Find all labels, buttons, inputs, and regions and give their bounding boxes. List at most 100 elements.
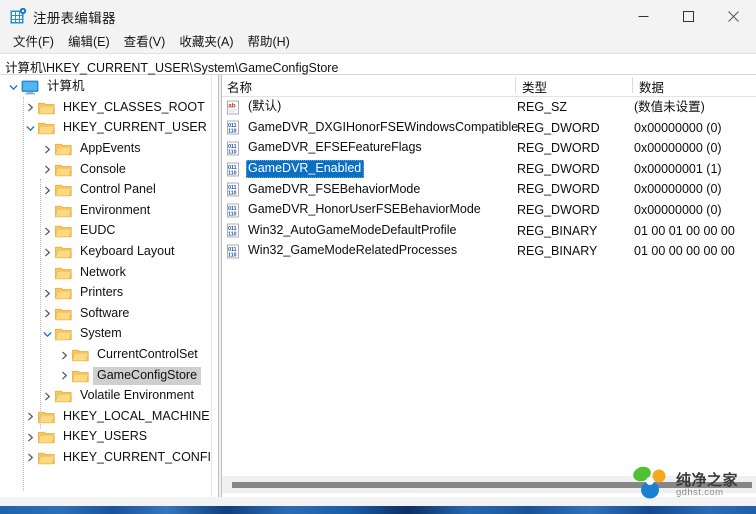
tree-item-console[interactable]: Console [0,159,211,180]
tree-item-hkey-users[interactable]: HKEY_USERS [0,427,211,448]
menu-favorites[interactable]: 收藏夹(A) [172,33,240,52]
svg-text:110: 110 [228,149,236,155]
folder-icon [55,286,72,300]
binary-value-icon: 011 110 [226,223,241,238]
menu-view[interactable]: 查看(V) [117,33,173,52]
registry-values-pane: 名称 类型 数据 ab (默认) REG_SZ (数值未设置) 011 110 GameDV… [222,75,756,497]
table-row[interactable]: 011 110 GameDVR_Enabled REG_DWORD 0x00000001… [222,159,756,180]
value-name-cell: 011 110 Win32_GameModeRelatedProcesses [226,241,460,262]
folder-icon [38,451,55,465]
value-name-label: GameDVR_EFSEFeatureFlags [248,140,422,155]
table-row[interactable]: 011 110 Win32_AutoGameModeDefaultProfile RE… [222,221,756,242]
table-row[interactable]: 011 110 GameDVR_FSEBehaviorMode REG_DWORD 0x… [222,179,756,200]
watermark: 纯净之家 gdhst.com [630,466,750,508]
table-row[interactable]: 011 110 GameDVR_DXGIHonorFSEWindowsCompati… [222,118,756,139]
tree-item-control-panel[interactable]: Control Panel [0,180,211,201]
tree-item-software[interactable]: Software [0,304,211,325]
maximize-button[interactable] [666,0,711,32]
chevron-down-icon[interactable] [40,326,55,342]
tree-item-keyboard-layout[interactable]: Keyboard Layout [0,242,211,263]
table-row[interactable]: 011 110 GameDVR_EFSEFeatureFlags REG_DWORD 0… [222,138,756,159]
folder-icon [38,430,55,444]
value-name-cell: ab (默认) [226,97,284,118]
binary-value-icon: 011 110 [226,182,241,197]
menu-help[interactable]: 帮助(H) [240,33,296,52]
tree-item-label: CurrentControlSet [97,347,198,362]
tree-item-gameconfigstore[interactable]: GameConfigStore [0,365,211,386]
tree-item-network[interactable]: Network [0,262,211,283]
svg-text:110: 110 [228,232,236,238]
folder-icon [55,142,72,156]
tree-item-label: GameConfigStore [93,366,202,385]
value-name-label: GameDVR_HonorUserFSEBehaviorMode [248,202,481,217]
tree-item-[interactable]: 计算机 [0,77,211,98]
tree-item-currentcontrolset[interactable]: CurrentControlSet [0,345,211,366]
tree-item-system[interactable]: System [0,324,211,345]
value-type-cell: REG_DWORD [517,120,600,135]
value-type-cell: REG_DWORD [517,161,600,176]
column-header-name[interactable]: 名称 [227,77,252,96]
tree-item-label: System [80,326,122,341]
folder-icon [72,348,89,362]
table-row[interactable]: 011 110 GameDVR_HonorUserFSEBehaviorMode RE… [222,200,756,221]
binary-value-icon: 011 110 [226,162,241,177]
value-name-label: (默认) [248,99,282,114]
chevron-right-icon[interactable] [40,141,55,157]
registry-tree-pane: 计算机 HKEY_CLASSES_ROOT HKEY_CURRENT_USER App… [0,75,212,497]
tree-item-volatile-environment[interactable]: Volatile Environment [0,386,211,407]
menu-bar: 文件(F) 编辑(E) 查看(V) 收藏夹(A) 帮助(H) [0,32,756,53]
column-header-type[interactable]: 类型 [522,77,547,96]
binary-value-icon: 011 110 [226,244,241,259]
chevron-right-icon[interactable] [57,347,72,363]
registry-value-list: ab (默认) REG_SZ (数值未设置) 011 110 GameDVR_DXGIHon… [222,97,756,262]
value-data-cell: 0x00000000 (0) [634,141,722,156]
tree-item-hkey-current-config[interactable]: HKEY_CURRENT_CONFIG [0,448,211,469]
column-separator-1[interactable] [515,77,516,93]
tree-guide-line-0 [23,97,25,491]
value-type-cell: REG_DWORD [517,141,600,156]
column-header-data[interactable]: 数据 [639,77,664,96]
tree-item-label: Network [80,264,126,279]
chevron-right-icon[interactable] [40,306,55,322]
menu-edit[interactable]: 编辑(E) [61,33,117,52]
tree-item-appevents[interactable]: AppEvents [0,139,211,160]
chevron-down-icon[interactable] [6,79,21,95]
chevron-right-icon[interactable] [40,285,55,301]
tree-item-hkey-local-machine[interactable]: HKEY_LOCAL_MACHINE [0,407,211,428]
chevron-right-icon[interactable] [40,162,55,178]
tree-item-environment[interactable]: Environment [0,201,211,222]
close-button[interactable] [711,0,756,32]
title-bar: 注册表编辑器 [0,0,756,33]
column-separator-2[interactable] [632,77,633,93]
folder-icon [55,224,72,238]
chevron-right-icon[interactable] [57,368,72,384]
address-bar[interactable]: 计算机\HKEY_CURRENT_USER\System\GameConfigS… [0,53,756,75]
chevron-right-icon[interactable] [40,244,55,260]
chevron-right-icon[interactable] [40,223,55,239]
minimize-button[interactable] [621,0,666,32]
value-type-cell: REG_DWORD [517,202,600,217]
chevron-right-icon[interactable] [40,182,55,198]
menu-file[interactable]: 文件(F) [6,33,61,52]
tree-leaf-spacer [40,203,55,219]
list-header: 名称 类型 数据 [222,75,756,97]
folder-icon [55,183,72,197]
table-row[interactable]: ab (默认) REG_SZ (数值未设置) [222,97,756,118]
chevron-right-icon[interactable] [23,409,38,425]
chevron-right-icon[interactable] [40,388,55,404]
tree-item-hkey-classes-root[interactable]: HKEY_CLASSES_ROOT [0,98,211,119]
chevron-right-icon[interactable] [23,429,38,445]
value-name-cell: 011 110 Win32_AutoGameModeDefaultProfile [226,221,459,242]
tree-item-eudc[interactable]: EUDC [0,221,211,242]
chevron-right-icon[interactable] [23,450,38,466]
value-name-cell: 011 110 GameDVR_HonorUserFSEBehaviorMode [226,200,484,221]
tree-item-printers[interactable]: Printers [0,283,211,304]
table-row[interactable]: 011 110 Win32_GameModeRelatedProcesses REG_… [222,241,756,262]
tree-leaf-spacer [40,265,55,281]
chevron-down-icon[interactable] [23,120,38,136]
tree-item-hkey-current-user[interactable]: HKEY_CURRENT_USER [0,118,211,139]
svg-text:110: 110 [228,129,236,135]
value-name-label: GameDVR_Enabled [246,160,365,179]
folder-icon [55,389,72,403]
chevron-right-icon[interactable] [23,100,38,116]
